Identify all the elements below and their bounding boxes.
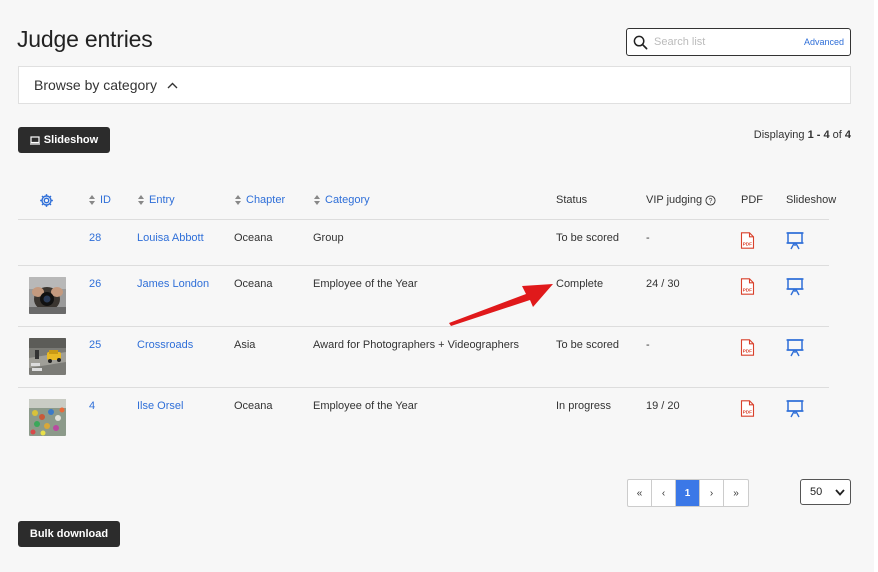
slideshow-button-label: Slideshow [43, 134, 99, 146]
column-settings[interactable] [39, 180, 54, 220]
entry-chapter: Oceana [234, 232, 273, 244]
header-chapter[interactable]: Chapter [235, 180, 285, 220]
pdf-file-icon[interactable]: PDF [740, 232, 755, 249]
svg-text:PDF: PDF [743, 242, 752, 247]
presentation-board-icon[interactable] [786, 399, 804, 418]
chevron-down-icon [835, 489, 845, 496]
svg-text:?: ? [709, 197, 713, 204]
entry-thumbnail[interactable] [29, 338, 66, 375]
header-pdf: PDF [741, 194, 763, 206]
page-current-button[interactable]: 1 [676, 480, 700, 506]
display-count: Displaying 1 - 4 of 4 [753, 129, 851, 141]
per-page-value: 50 [810, 486, 823, 498]
entry-vip-score: 24 / 30 [646, 278, 680, 290]
presentation-board-icon[interactable] [786, 277, 804, 296]
entry-name[interactable]: Ilse Orsel [137, 388, 183, 424]
red-arrow-annotation [449, 284, 553, 326]
entry-id[interactable]: 4 [89, 388, 95, 424]
header-slideshow: Slideshow [786, 194, 837, 206]
entry-status: In progress [556, 400, 612, 412]
sort-icon [235, 195, 241, 205]
gear-icon [40, 193, 53, 207]
search-icon [633, 35, 648, 49]
page-first-button[interactable]: « [628, 480, 652, 506]
pdf-file-icon[interactable]: PDF [740, 400, 755, 417]
entry-category: Award for Photographers + Videographers [313, 339, 519, 351]
header-entry[interactable]: Entry [138, 180, 175, 220]
entry-vip-score: - [646, 232, 650, 244]
sort-icon [89, 195, 95, 205]
entry-name[interactable]: Louisa Abbott [137, 220, 204, 256]
entry-chapter: Asia [234, 339, 256, 351]
browse-label: Browse by category [34, 77, 157, 93]
presentation-board-icon[interactable] [786, 231, 804, 250]
entry-id[interactable]: 26 [89, 266, 101, 302]
svg-text:PDF: PDF [743, 349, 752, 354]
entry-status: To be scored [556, 232, 619, 244]
per-page-select[interactable]: 50 [800, 479, 851, 505]
entry-thumbnail[interactable] [29, 277, 66, 314]
table-header: ID Entry Chapter Category Status VIP jud… [18, 180, 836, 220]
entry-category: Group [313, 232, 344, 244]
entry-name[interactable]: Crossroads [137, 327, 193, 363]
browse-by-category-toggle[interactable]: Browse by category [18, 66, 851, 104]
table-row: 28 Louisa Abbott Oceana Group To be scor… [18, 220, 829, 266]
entry-category: Employee of the Year [313, 278, 418, 290]
entry-name[interactable]: James London [137, 266, 209, 302]
page-title: Judge entries [17, 26, 153, 52]
page-last-button[interactable]: » [724, 480, 748, 506]
entry-vip-score: - [646, 339, 650, 351]
entry-vip-score: 19 / 20 [646, 400, 680, 412]
svg-text:PDF: PDF [743, 288, 752, 293]
table-row: 4 Ilse Orsel Oceana Employee of the Year… [18, 388, 829, 449]
help-circle-icon[interactable]: ? [705, 194, 716, 206]
entry-chapter: Oceana [234, 278, 273, 290]
pdf-file-icon[interactable]: PDF [740, 278, 755, 295]
entry-thumbnail[interactable] [29, 399, 66, 436]
pagination: « ‹ 1 › » [627, 479, 749, 507]
search-box[interactable]: Advanced [626, 28, 851, 56]
advanced-search-link[interactable]: Advanced [804, 37, 844, 47]
slideshow-button[interactable]: Slideshow [18, 127, 110, 153]
window-edge [874, 0, 878, 572]
entry-id[interactable]: 25 [89, 327, 101, 363]
table-row: 26 James London Oceana Employee of the Y… [18, 266, 829, 327]
bulk-download-button[interactable]: Bulk download [18, 521, 120, 547]
table-row: 25 Crossroads Asia Award for Photographe… [18, 327, 829, 388]
search-input[interactable] [654, 36, 794, 48]
entry-id[interactable]: 28 [89, 220, 101, 256]
page-prev-button[interactable]: ‹ [652, 480, 676, 506]
page-next-button[interactable]: › [700, 480, 724, 506]
header-vip-judging: VIP judging ? [646, 180, 716, 220]
pdf-file-icon[interactable]: PDF [740, 339, 755, 356]
header-id[interactable]: ID [89, 180, 111, 220]
entry-category: Employee of the Year [313, 400, 418, 412]
entry-chapter: Oceana [234, 400, 273, 412]
sort-icon [314, 195, 320, 205]
header-category[interactable]: Category [314, 180, 370, 220]
presentation-board-icon[interactable] [786, 338, 804, 357]
svg-text:PDF: PDF [743, 410, 752, 415]
sort-icon [138, 195, 144, 205]
entry-status: Complete [556, 278, 604, 290]
header-status: Status [556, 194, 588, 206]
entry-status: To be scored [556, 339, 619, 351]
monitor-icon [29, 135, 40, 145]
chevron-up-icon [167, 82, 178, 88]
